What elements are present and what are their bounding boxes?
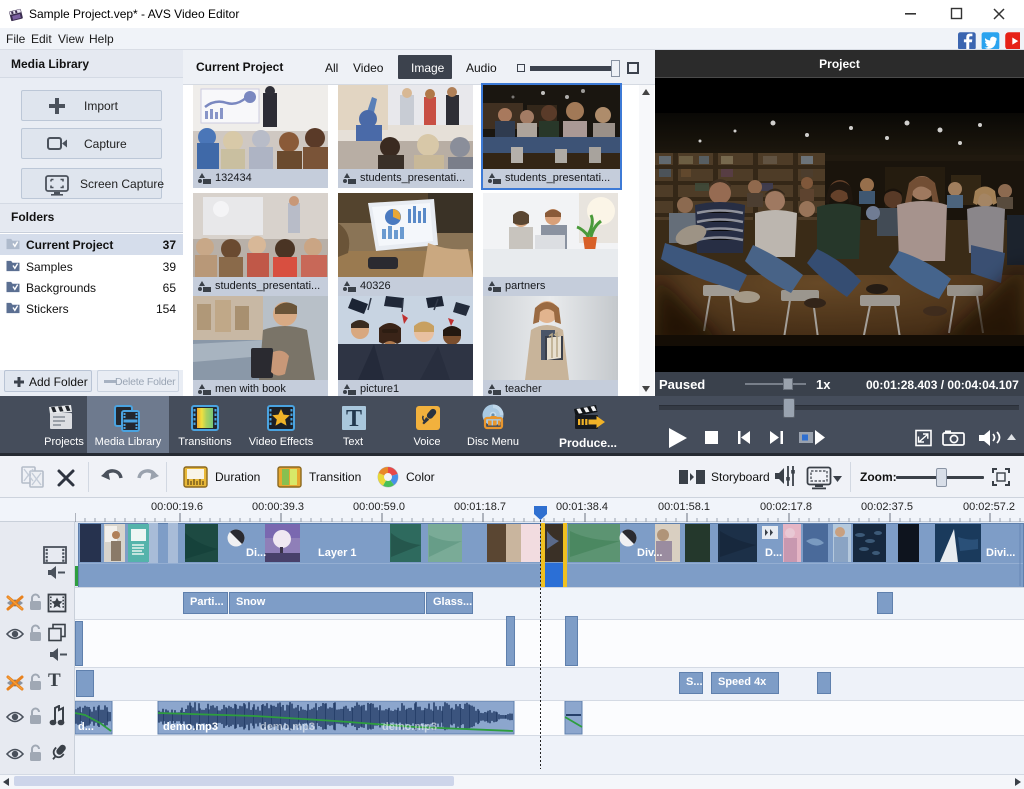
svg-text:Div...: Div... xyxy=(637,547,662,559)
svg-text:T: T xyxy=(346,406,362,432)
svg-text:demo.mp3: demo.mp3 xyxy=(163,721,218,733)
svg-text:Divi...: Divi... xyxy=(986,547,1015,559)
svg-text:demo.mp3: demo.mp3 xyxy=(382,721,437,733)
svg-text:Di...: Di... xyxy=(246,547,266,559)
svg-text:demo.mp3: demo.mp3 xyxy=(260,721,315,733)
svg-text:Layer 1: Layer 1 xyxy=(318,547,357,559)
svg-text:d...: d... xyxy=(78,721,94,733)
svg-text:D...: D... xyxy=(765,547,782,559)
